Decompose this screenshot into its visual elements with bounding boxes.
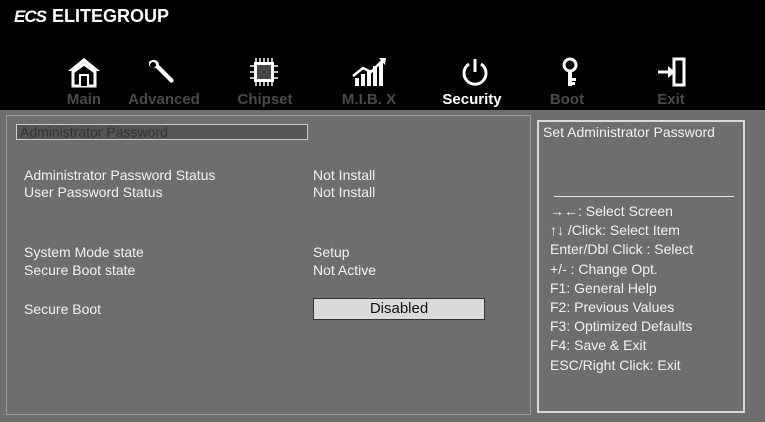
system-mode-label: System Mode state xyxy=(24,244,144,260)
help-line: F1: General Help xyxy=(550,279,657,296)
tab-exit[interactable]: Exit xyxy=(657,89,685,111)
tab-icon-row xyxy=(0,52,765,92)
help-line: +/- : Change Opt. xyxy=(550,260,658,277)
brand-logo: ECS xyxy=(14,6,47,26)
tab-boot[interactable]: Boot xyxy=(550,89,584,111)
tab-main[interactable]: Main xyxy=(67,89,101,111)
power-icon[interactable] xyxy=(455,52,495,92)
help-line: F2: Previous Values xyxy=(550,299,675,316)
user-password-status-label: User Password Status xyxy=(24,184,163,200)
chip-icon[interactable] xyxy=(244,52,284,92)
tab-mib-x[interactable]: M.I.B. X xyxy=(342,89,396,111)
settings-frame: Administrator Password Administrator Pas… xyxy=(6,115,531,415)
header-bar: ECS ELITEGROUP Main Advanced Chipset M.I… xyxy=(0,0,765,110)
exit-icon[interactable] xyxy=(652,52,692,92)
help-title: Set Administrator Password xyxy=(543,124,715,140)
help-line: ↑↓ /Click: Select Item xyxy=(550,222,680,239)
help-line: ESC/Right Click: Exit xyxy=(550,356,681,373)
tab-advanced[interactable]: Advanced xyxy=(128,89,200,111)
secure-boot-state-value: Not Active xyxy=(313,262,377,278)
brand-name: ELITEGROUP xyxy=(51,6,169,26)
main-panel: Administrator Password Administrator Pas… xyxy=(6,115,759,415)
help-line: Enter/Dbl Click : Select xyxy=(550,241,694,258)
brand: ECS ELITEGROUP xyxy=(14,6,169,27)
tab-security[interactable]: Security xyxy=(442,89,501,111)
key-icon[interactable] xyxy=(550,52,590,92)
home-icon[interactable] xyxy=(64,52,104,92)
secure-boot-state-label: Secure Boot state xyxy=(24,262,136,278)
help-line: F4: Save & Exit xyxy=(550,337,647,354)
tab-bar: Main Advanced Chipset M.I.B. X Security … xyxy=(0,89,765,111)
admin-password-status-label: Administrator Password Status xyxy=(24,167,216,183)
help-line: →←: Select Screen xyxy=(550,203,673,219)
wrench-icon[interactable] xyxy=(141,52,181,92)
performance-graph-icon[interactable] xyxy=(350,52,390,92)
help-line: F3: Optimized Defaults xyxy=(550,318,693,335)
admin-password-status-value: Not Install xyxy=(313,167,376,183)
administrator-password-item[interactable]: Administrator Password xyxy=(16,124,308,140)
help-divider xyxy=(554,196,734,197)
administrator-password-label: Administrator Password xyxy=(20,124,168,140)
tab-chipset[interactable]: Chipset xyxy=(237,89,292,111)
help-key-list: →←: Select Screen ↑↓ /Click: Select Item… xyxy=(550,202,693,375)
secure-boot-select[interactable]: Disabled xyxy=(313,298,485,320)
user-password-status-value: Not Install xyxy=(313,184,376,200)
system-mode-value: Setup xyxy=(313,244,350,260)
secure-boot-label: Secure Boot xyxy=(24,301,102,317)
help-panel: Set Administrator Password →←: Select Sc… xyxy=(537,120,745,413)
